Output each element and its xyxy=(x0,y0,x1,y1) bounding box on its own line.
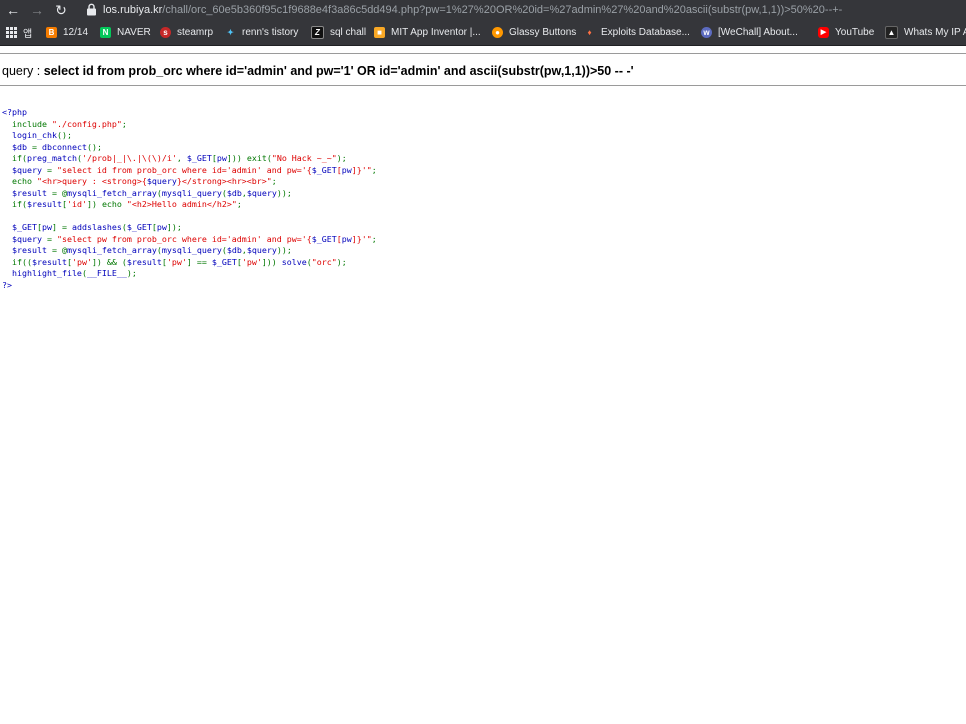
bookmarks-bar: 앱 B 12/14 N NAVER s steamrp ✦ renn's tis… xyxy=(0,20,966,46)
reload-icon[interactable]: ↻ xyxy=(52,1,70,19)
forward-arrow-icon[interactable]: → xyxy=(28,1,46,19)
code-line: if($result['id']) echo "<h2>Hello admin<… xyxy=(12,199,242,209)
bookmark-label: Exploits Database... xyxy=(601,27,690,38)
wechall-icon: w xyxy=(701,27,712,38)
bookmark-12-14[interactable]: B 12/14 xyxy=(46,20,88,45)
app-inventor-icon: ■ xyxy=(374,27,385,38)
bookmark-youtube[interactable]: ▶ YouTube xyxy=(818,20,874,45)
bottom-divider xyxy=(0,85,966,86)
bookmark-naver[interactable]: N NAVER xyxy=(100,20,151,45)
code-line: $db = dbconnect(); xyxy=(12,141,102,152)
bookmark-wechall[interactable]: w [WeChall] About... xyxy=(701,20,798,45)
bookmark-whats-my-ip[interactable]: ▲ Whats My IP Ad xyxy=(885,20,966,45)
bookmark-label: Whats My IP Ad xyxy=(904,27,966,38)
query-line: query : select id from prob_orc where id… xyxy=(2,63,634,79)
apps-grid-icon xyxy=(6,27,17,38)
glassy-icon: ● xyxy=(492,27,503,38)
lock-icon[interactable] xyxy=(86,3,97,16)
top-divider xyxy=(0,53,966,54)
bookmark-label: steamrp xyxy=(177,27,214,38)
code-line: $query = "select id from prob_orc where … xyxy=(12,164,377,175)
code-line: login_chk(); xyxy=(12,130,72,140)
bookmark-label: sql chall xyxy=(330,27,367,38)
blogger-icon: B xyxy=(46,27,57,38)
bookmark-renns-tistory[interactable]: ✦ renn's tistory xyxy=(225,20,298,45)
steam-icon: s xyxy=(160,27,171,38)
bookmark-apps[interactable]: 앱 xyxy=(6,20,32,45)
bookmark-mit-app-inventor[interactable]: ■ MIT App Inventor |... xyxy=(374,20,481,45)
bookmark-label: MIT App Inventor |... xyxy=(391,27,481,38)
ip-icon: ▲ xyxy=(885,26,898,39)
bookmark-label: [WeChall] About... xyxy=(718,27,798,38)
php-source-code: <?php include "./config.php"; login_chk(… xyxy=(2,107,377,291)
php-close-tag: ?> xyxy=(2,279,12,290)
code-line: echo "<hr>query : <strong>{$query}</stro… xyxy=(12,176,277,186)
browser-toolbar: ← → ↻ los.rubiya.kr/chall/orc_60e5b360f9… xyxy=(0,0,966,20)
youtube-icon: ▶ xyxy=(818,27,829,38)
bookmark-label: YouTube xyxy=(835,27,875,38)
address-bar[interactable]: los.rubiya.kr/chall/orc_60e5b360f95c1f96… xyxy=(103,3,842,17)
code-line: $result = @mysqli_fetch_array(mysqli_que… xyxy=(12,245,292,255)
query-label: query : xyxy=(2,64,44,78)
page-content: query : select id from prob_orc where id… xyxy=(0,46,966,724)
z-icon: Z xyxy=(311,26,324,39)
bookmark-sql-chall[interactable]: Z sql chall xyxy=(311,20,366,45)
code-line: include "./config.php"; xyxy=(12,118,127,129)
query-value: select id from prob_orc where id='admin'… xyxy=(43,64,634,78)
bookmark-exploits-database[interactable]: ♦ Exploits Database... xyxy=(584,20,690,45)
back-arrow-icon[interactable]: ← xyxy=(4,1,22,19)
code-line: $query = "select pw from prob_orc where … xyxy=(12,233,377,244)
code-line: $result = @mysqli_fetch_array(mysqli_que… xyxy=(12,187,292,198)
bookmark-label: 앱 xyxy=(23,29,33,40)
php-open-tag: <?php xyxy=(2,107,27,117)
exploit-db-icon: ♦ xyxy=(587,28,592,37)
url-path: /chall/orc_60e5b360f95c1f9688e4f3a86c5dd… xyxy=(162,4,843,16)
naver-icon: N xyxy=(100,27,111,38)
code-line: highlight_file(__FILE__); xyxy=(12,268,137,278)
bookmark-label: NAVER xyxy=(117,27,151,38)
bookmark-glassy-buttons[interactable]: ● Glassy Buttons xyxy=(492,20,576,45)
code-line: $_GET[pw] = addslashes($_GET[pw]); xyxy=(12,222,182,232)
code-line: if(preg_match('/prob|_|\.|\(\)/i', $_GET… xyxy=(12,153,347,163)
tistory-icon: ✦ xyxy=(227,28,234,37)
bookmark-label: 12/14 xyxy=(63,27,89,38)
bookmark-label: renn's tistory xyxy=(242,27,299,38)
bookmark-steamrp[interactable]: s steamrp xyxy=(160,20,213,45)
bookmark-label: Glassy Buttons xyxy=(509,27,577,38)
url-host: los.rubiya.kr xyxy=(103,4,163,16)
code-line: if(($result['pw']) && ($result['pw'] == … xyxy=(12,256,347,267)
